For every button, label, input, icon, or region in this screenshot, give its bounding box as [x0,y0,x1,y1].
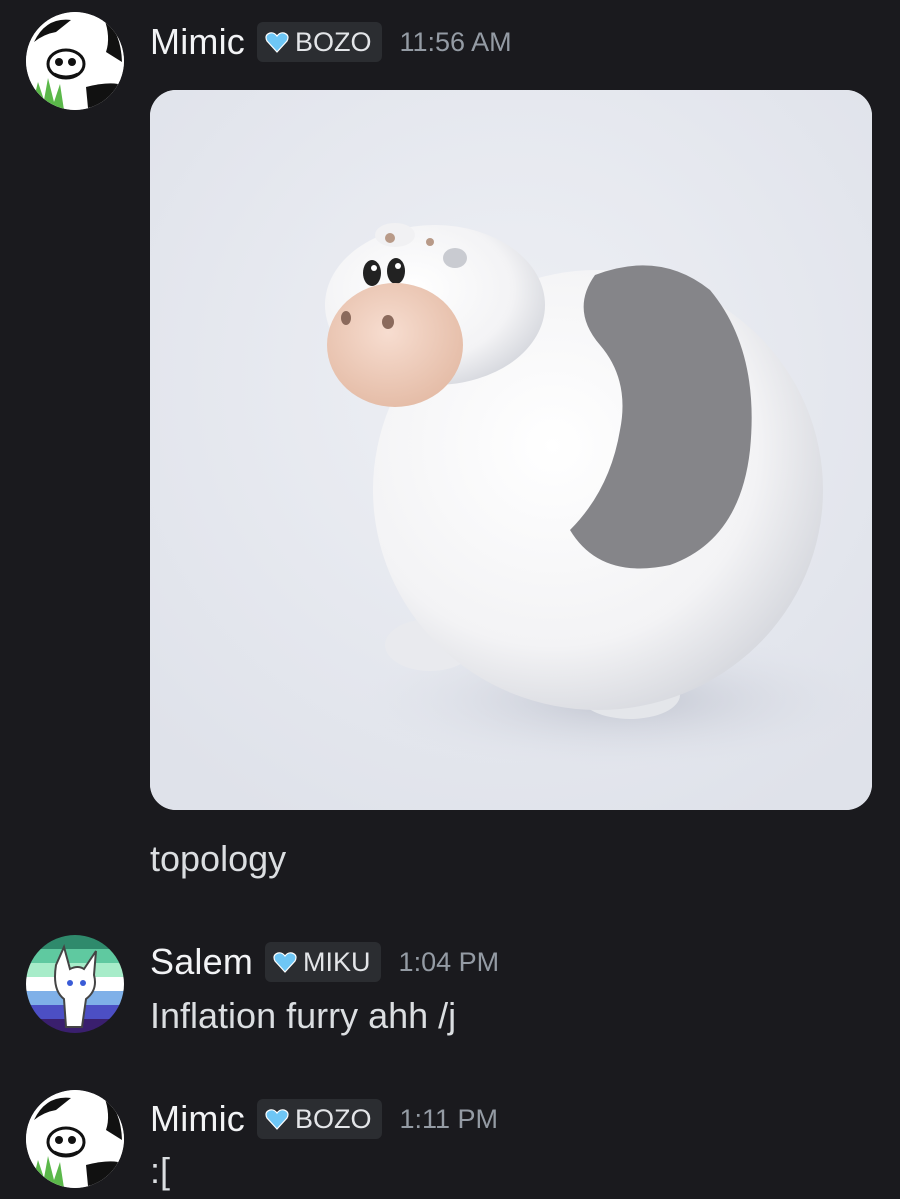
attachment-image[interactable] [150,90,872,810]
message-header: Salem MIKU 1:04 PM [150,940,499,984]
username[interactable]: Salem [150,941,253,983]
username[interactable]: Mimic [150,21,245,63]
avatar-salem-icon [26,935,124,1033]
message-header: Mimic BOZO 1:11 PM [150,1097,498,1141]
server-tag-label: BOZO [294,1103,372,1134]
blue-heart-icon [265,32,289,53]
timestamp[interactable]: 1:04 PM [399,947,500,978]
server-tag[interactable]: BOZO [256,1099,382,1139]
blue-heart-icon [265,1109,289,1130]
server-tag-label: MIKU [303,946,371,977]
avatar-mimic[interactable] [26,1090,124,1188]
server-tag[interactable]: BOZO [256,22,382,62]
message-text: topology [150,838,287,879]
chat-message-list: Mimic BOZO 11:56 AM topology Salem MIKU … [0,0,900,1199]
username[interactable]: Mimic [150,1098,245,1140]
cow-render-image [150,90,872,810]
server-tag-label: BOZO [294,26,372,57]
message-text: :[ [150,1150,171,1191]
message-header: Mimic BOZO 11:56 AM [150,20,512,64]
timestamp[interactable]: 11:56 AM [400,27,512,58]
avatar-mimic-icon [26,12,124,110]
timestamp[interactable]: 1:11 PM [400,1104,499,1135]
server-tag[interactable]: MIKU [265,942,381,982]
avatar-salem[interactable] [26,935,124,1033]
avatar-mimic[interactable] [26,12,124,110]
avatar-mimic-icon [26,1090,124,1188]
message-text: Inflation furry ahh /j [150,995,457,1036]
blue-heart-icon [273,952,297,973]
